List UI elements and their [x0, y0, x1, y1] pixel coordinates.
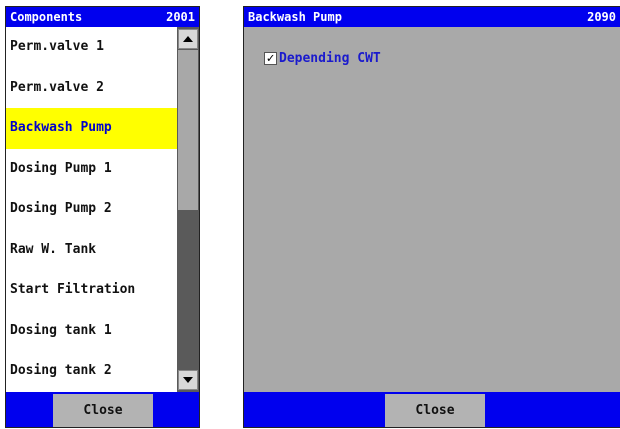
- scrollbar-thumb[interactable]: [178, 50, 198, 210]
- components-screen-code: 2001: [166, 10, 195, 24]
- scroll-down-button[interactable]: [178, 370, 198, 390]
- backwash-pump-panel: Backwash Pump 2090 ✓ Depending CWT Close: [243, 6, 620, 428]
- checkmark-icon: ✓: [266, 51, 275, 66]
- scroll-down-arrow-icon: [183, 377, 193, 383]
- components-footer: Close: [6, 392, 199, 427]
- backwash-pump-footer: Close: [244, 392, 620, 427]
- components-title: Components: [10, 10, 83, 24]
- backwash-pump-screen-code: 2090: [587, 10, 616, 24]
- backwash-pump-title: Backwash Pump: [248, 10, 342, 24]
- scroll-up-button[interactable]: [178, 29, 198, 49]
- list-item-start-filtration[interactable]: Start Filtration: [6, 270, 177, 311]
- list-item-dosing-pump-1[interactable]: Dosing Pump 1: [6, 149, 177, 190]
- list-item-perm-valve-2[interactable]: Perm.valve 2: [6, 68, 177, 109]
- depending-cwt-label: Depending CWT: [279, 51, 381, 66]
- depending-cwt-checkbox[interactable]: ✓: [264, 52, 277, 65]
- components-list: Perm.valve 1 Perm.valve 2 Backwash Pump …: [6, 27, 177, 392]
- backwash-pump-close-button[interactable]: Close: [385, 394, 485, 427]
- scroll-up-arrow-icon: [183, 36, 193, 42]
- depending-cwt-option[interactable]: ✓ Depending CWT: [264, 51, 381, 66]
- list-item-dosing-pump-2[interactable]: Dosing Pump 2: [6, 189, 177, 230]
- components-close-button[interactable]: Close: [53, 394, 153, 427]
- list-item-dosing-tank-1[interactable]: Dosing tank 1: [6, 311, 177, 352]
- list-item-perm-valve-1[interactable]: Perm.valve 1: [6, 27, 177, 68]
- list-scrollbar[interactable]: [177, 27, 199, 392]
- list-item-raw-w-tank[interactable]: Raw W. Tank: [6, 230, 177, 271]
- list-item-dosing-tank-2[interactable]: Dosing tank 2: [6, 351, 177, 392]
- backwash-pump-titlebar: Backwash Pump 2090: [244, 7, 620, 27]
- components-panel: Components 2001 Perm.valve 1 Perm.valve …: [5, 6, 200, 428]
- list-item-backwash-pump[interactable]: Backwash Pump: [6, 108, 177, 149]
- components-titlebar: Components 2001: [6, 7, 199, 27]
